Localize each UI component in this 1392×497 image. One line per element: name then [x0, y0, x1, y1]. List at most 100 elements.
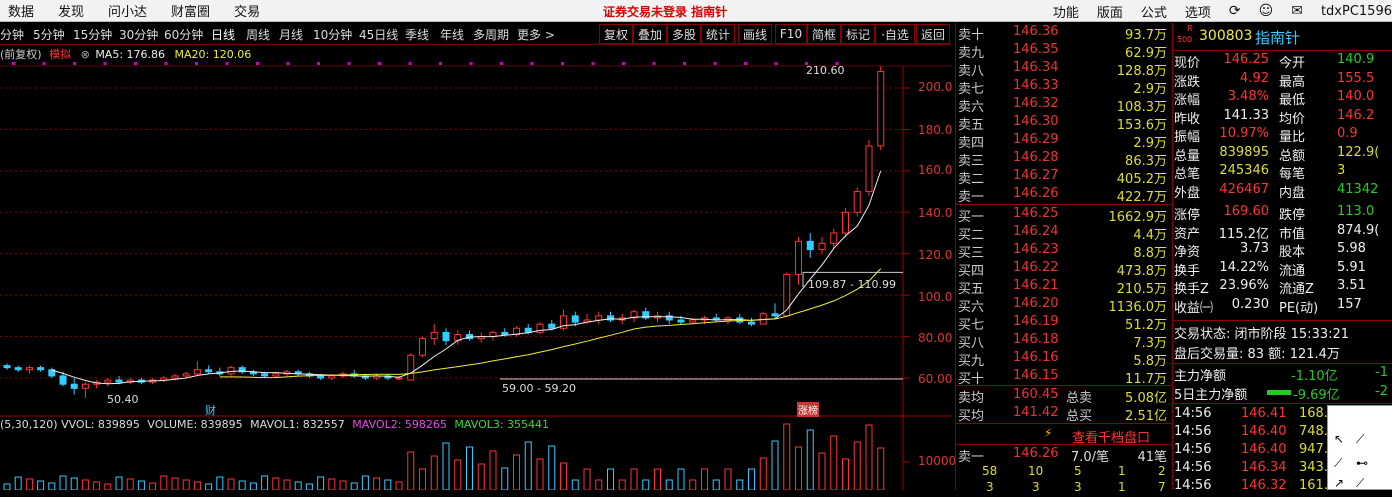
login-notice[interactable]: 证券交易未登录 指南针 [603, 3, 727, 20]
adjust-button[interactable]: 复权 [599, 24, 633, 44]
buy-level-row[interactable]: 买四 146.22 473.8万 [956, 260, 1171, 279]
menu-trade[interactable]: 交易 [234, 1, 260, 20]
period-15min[interactable]: 15分钟 [73, 26, 112, 43]
sell-level-row[interactable]: 卖四 146.29 2.9万 [956, 132, 1171, 151]
multi-stock-button[interactable]: 多股 [667, 24, 701, 44]
menu-wealth-circle[interactable]: 财富圈 [171, 1, 210, 20]
menu-function[interactable]: 功能 [1053, 2, 1079, 21]
buy-level-row[interactable]: 买九 146.16 5.8万 [956, 350, 1171, 369]
draw-button[interactable]: 画线 [738, 24, 772, 44]
main-flow-label: 主力净额 [1174, 369, 1227, 384]
menu-wenxiaoda[interactable]: 问小达 [108, 1, 147, 20]
period-toolbar: 分钟 5分钟 15分钟 30分钟 60分钟 日线 周线 月线 10分钟 45日线… [0, 23, 952, 45]
buy-level-row[interactable]: 买七 146.19 51.2万 [956, 314, 1171, 333]
period-10min[interactable]: 10分钟 [313, 26, 352, 43]
period-year[interactable]: 年线 [440, 26, 464, 43]
buy-level-row[interactable]: 买三 146.23 8.8万 [956, 242, 1171, 261]
level-label: 卖九 [958, 46, 985, 61]
ma-settings-icon[interactable]: ⊗ [81, 48, 90, 61]
volume-bar [830, 435, 838, 491]
user-icon[interactable]: ☺ [1259, 3, 1274, 19]
channel-tool-icon[interactable]: ⟋ [1356, 476, 1364, 491]
finance-marker[interactable]: 财 [205, 402, 216, 418]
menu-layout[interactable]: 版面 [1097, 2, 1123, 21]
quote-row: 资产 115.2亿 市值 874.9( [1173, 223, 1392, 242]
quote-value: 157 [1337, 296, 1362, 312]
buy-level-row[interactable]: 买五 146.21 210.5万 [956, 278, 1171, 297]
quote-label: 涨跌 [1174, 74, 1201, 90]
sell-level-row[interactable]: 卖六 146.32 108.3万 [956, 96, 1171, 115]
buy-level-row[interactable]: 买十 146.15 11.7万 [956, 368, 1171, 387]
quote-label: 外盘 [1174, 185, 1201, 201]
y-tick: 100.0 [918, 290, 953, 304]
period-45day[interactable]: 45日线 [359, 26, 398, 43]
queue-value: 58 [982, 464, 998, 478]
total-sell-label: 总卖 [1066, 391, 1093, 406]
buy-level-row[interactable]: 买八 146.18 7.3万 [956, 332, 1171, 351]
5day-flow-row[interactable]: 5日主力净额 -9.69亿 -2 [1173, 384, 1392, 403]
volume-bar [454, 459, 462, 491]
ray-tool-icon[interactable]: ⟋ [1334, 456, 1342, 471]
level-price: 146.25 [1013, 206, 1059, 221]
menu-discover[interactable]: 发现 [58, 1, 84, 20]
sell-level-row[interactable]: 卖十 146.36 93.7万 [956, 24, 1171, 43]
sell-level-row[interactable]: 卖三 146.28 86.3万 [956, 150, 1171, 169]
refresh-icon[interactable]: ⟳ [1229, 3, 1241, 19]
period-60min[interactable]: 60分钟 [164, 26, 203, 43]
buy-level-row[interactable]: 买六 146.20 1136.0万 [956, 296, 1171, 315]
main-flow-row[interactable]: 主力净额 -1.10亿 -1 [1173, 365, 1392, 384]
sell-level-row[interactable]: 卖七 146.33 2.9万 [956, 78, 1171, 97]
quote-value: 839895 [1219, 144, 1269, 160]
period-quarter[interactable]: 季线 [405, 26, 429, 43]
period-weekly[interactable]: 周线 [246, 26, 270, 43]
buy-level-row[interactable]: 买二 146.24 4.4万 [956, 224, 1171, 243]
limit-up-marker[interactable]: 涨榜 [797, 402, 819, 417]
flow-bar [1267, 390, 1291, 395]
sell-level-row[interactable]: 卖九 146.35 62.9万 [956, 42, 1171, 61]
menu-options[interactable]: 选项 [1185, 2, 1211, 21]
period-daily[interactable]: 日线 [211, 26, 235, 43]
f10-button[interactable]: F10 [775, 24, 807, 44]
candle-body [14, 367, 22, 371]
sell-level-row[interactable]: 卖八 146.34 128.8万 [956, 60, 1171, 79]
mark-button[interactable]: 标记 [841, 24, 875, 44]
mavol1-value: MAVOL1: 832557 [250, 418, 345, 431]
menu-formula[interactable]: 公式 [1141, 2, 1167, 21]
period-30min[interactable]: 30分钟 [119, 26, 158, 43]
period-multi[interactable]: 多周期 [473, 26, 509, 43]
user-name: tdxPC1596 [1320, 3, 1392, 19]
candle-body [37, 367, 45, 371]
segment-tool-icon[interactable]: ⊷ [1356, 456, 1368, 470]
menu-data[interactable]: 数据 [8, 1, 34, 20]
period-monthly[interactable]: 月线 [279, 26, 303, 43]
level-price: 146.36 [1013, 24, 1059, 39]
trend-tool-icon[interactable]: ↗ [1334, 476, 1344, 490]
level-label: 买二 [958, 228, 985, 243]
stats-button[interactable]: 统计 [701, 24, 735, 44]
cursor-tool-icon[interactable]: ↖ [1334, 432, 1344, 446]
period-more[interactable]: 更多 > [517, 26, 555, 43]
sell-level-row[interactable]: 卖五 146.30 153.6万 [956, 114, 1171, 133]
period-1min[interactable]: 分钟 [0, 26, 24, 43]
volume-bar [3, 483, 11, 491]
event-dot [164, 62, 168, 65]
quote-value: 5.98 [1337, 241, 1366, 256]
watchlist-button[interactable]: ·自选 [875, 24, 915, 44]
detail-link-row[interactable]: ⚡ 查看千档盘口 [956, 423, 1171, 446]
sell-level-row[interactable]: 卖一 146.26 422.7万 [956, 186, 1171, 205]
buy-level-row[interactable]: 买一 146.25 1662.9万 [956, 206, 1171, 225]
depth-book-link[interactable]: 查看千档盘口 [1072, 427, 1150, 446]
volume-bar [560, 462, 567, 491]
period-5min[interactable]: 5分钟 [33, 26, 65, 43]
volume-bar [48, 482, 56, 491]
sell-level-row[interactable]: 卖二 146.27 405.2万 [956, 168, 1171, 187]
overlay-button[interactable]: 叠加 [633, 24, 667, 44]
message-icon[interactable]: ✉ [1291, 3, 1303, 19]
simple-frame-button[interactable]: 简框 [807, 24, 841, 44]
level-volume: 1662.9万 [1108, 210, 1168, 225]
volume-bar [317, 476, 325, 491]
line-tool-icon[interactable]: ⟋ [1356, 432, 1364, 447]
volume-bar [115, 476, 123, 491]
draw-tools-popup[interactable]: ↖ ⟋ ⟋ ⊷ ↗ ⟋ [1327, 405, 1392, 490]
back-button[interactable]: 返回 [916, 24, 950, 44]
